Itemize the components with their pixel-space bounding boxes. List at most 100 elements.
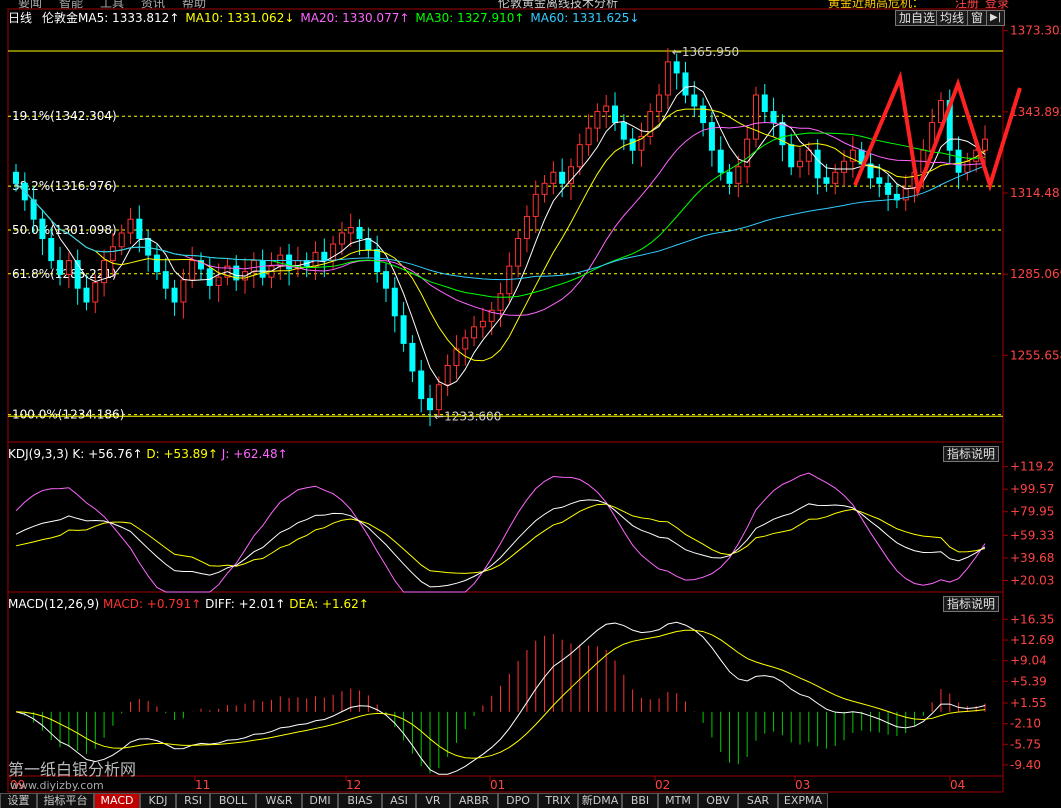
kdj-help-button[interactable]: 指标说明	[943, 446, 1000, 462]
ma-line-60	[15, 165, 986, 281]
candle-body	[691, 94, 698, 107]
tab-w-r[interactable]: W&R	[256, 793, 302, 808]
macd-legend: MACD(12,26,9) MACD: +0.791↑ DIFF: +2.01↑…	[8, 597, 369, 611]
tab-bbi[interactable]: BBI	[622, 793, 658, 808]
candle-body	[629, 138, 636, 151]
candle-body	[576, 144, 583, 168]
candle-body	[726, 171, 733, 184]
candle-body	[532, 193, 539, 217]
tab-obv[interactable]: OBV	[698, 793, 738, 808]
candle-body	[356, 226, 363, 240]
tab-vr[interactable]: VR	[416, 793, 450, 808]
kdj-axis-label: +39.68	[1010, 551, 1054, 565]
candle-body	[92, 282, 99, 303]
tab-dmi[interactable]: DMI	[302, 793, 338, 808]
candle-body	[347, 226, 354, 234]
candle-body	[656, 94, 663, 113]
candle-body	[594, 111, 601, 129]
macd-axis-label: -9.40	[1010, 758, 1041, 772]
candle-body	[171, 287, 178, 303]
tab-expma[interactable]: EXPMA	[778, 793, 828, 808]
watermark-text: 第一纸白银分析网	[8, 760, 137, 779]
macd-help-button[interactable]: 指标说明	[943, 596, 1000, 612]
candle-body	[735, 166, 742, 184]
candle-body	[136, 218, 143, 240]
candle-body	[338, 232, 345, 245]
candle-body	[479, 320, 486, 328]
macd-axis-label: -2.10	[1010, 717, 1041, 731]
tab-arbr[interactable]: ARBR	[450, 793, 498, 808]
tab--dma[interactable]: 新DMA	[578, 793, 622, 808]
tab-rsi[interactable]: RSI	[176, 793, 210, 808]
macd-axis-label: +9.04	[1010, 654, 1047, 668]
candle-body	[523, 215, 530, 240]
candle-body	[13, 171, 19, 184]
candle-body	[462, 337, 469, 350]
tab-mtm[interactable]: MTM	[658, 793, 698, 808]
tab--[interactable]: 设置	[0, 793, 37, 808]
kdj-axis-label: +119.2	[1010, 460, 1054, 474]
add-watchlist-button[interactable]: 加自选	[895, 10, 940, 26]
kdj-axis-label: +79.95	[1010, 505, 1054, 519]
month-label: 12	[346, 778, 361, 792]
macd-axis-label: +16.35	[1010, 612, 1054, 626]
candle-body	[788, 144, 795, 168]
ma-settings-button[interactable]: 均线	[936, 10, 969, 26]
month-label: 11	[195, 778, 210, 792]
tab-bias[interactable]: BIAS	[338, 793, 382, 808]
tab-macd[interactable]: MACD	[94, 793, 140, 808]
tab-boll[interactable]: BOLL	[210, 793, 256, 808]
ma-legend-item: MA10: 1331.062↓	[185, 11, 295, 25]
candle-body	[541, 182, 548, 195]
candle-body	[259, 260, 266, 278]
macd-axis-label: +12.69	[1010, 633, 1054, 647]
ma-legend-item: MA30: 1327.910↑	[415, 11, 525, 25]
candle-body	[427, 398, 434, 411]
candle-body	[215, 276, 222, 286]
candle-body	[180, 279, 187, 303]
low-price-label: ←1233.600	[434, 409, 501, 423]
candle-body	[83, 287, 90, 303]
tab-asi[interactable]: ASI	[382, 793, 416, 808]
tab-kdj[interactable]: KDJ	[140, 793, 176, 808]
candle-body	[515, 238, 522, 267]
candle-body	[612, 105, 619, 124]
kdj-legend: KDJ(9,3,3) K: +56.76↑ D: +53.89↑ J: +62.…	[8, 447, 288, 461]
candle-body	[982, 138, 988, 151]
price-axis-label: 1314.481	[1010, 186, 1061, 200]
ma-line-5	[15, 85, 986, 387]
candle-body	[391, 287, 398, 317]
tab--[interactable]: 指标平台	[37, 793, 94, 808]
candle-body	[673, 61, 680, 74]
window-button[interactable]: 窗	[967, 10, 988, 26]
ma-legend: MA5: 1333.812↑ MA10: 1331.062↓ MA20: 1330.…	[78, 11, 645, 25]
ma-legend-item: MA20: 1330.077↑	[300, 11, 410, 25]
candle-body	[118, 232, 125, 248]
candle-body	[964, 160, 971, 173]
candle-body	[471, 326, 478, 339]
candle-body	[955, 149, 962, 173]
tab-dpo[interactable]: DPO	[498, 793, 538, 808]
kdj-axis-label: +20.03	[1010, 573, 1054, 587]
candle-body	[717, 149, 724, 173]
candle-body	[832, 171, 839, 184]
macd-axis-label: +5.39	[1010, 674, 1047, 688]
tab-trix[interactable]: TRIX	[538, 793, 578, 808]
month-label: 01	[490, 778, 505, 792]
period-label[interactable]: 日线	[8, 11, 32, 25]
symbol-label: 伦敦金	[42, 11, 79, 25]
candle-body	[567, 166, 574, 184]
candle-body	[382, 271, 389, 289]
candle-body	[823, 177, 830, 184]
candle-body	[189, 260, 196, 281]
candle-body	[797, 160, 804, 168]
candle-body	[206, 268, 213, 286]
month-label: 03	[795, 778, 810, 792]
tab-sar[interactable]: SAR	[738, 793, 778, 808]
candle-body	[550, 171, 557, 184]
candle-body	[682, 72, 689, 96]
candle-body	[109, 246, 116, 262]
chart-frame	[7, 8, 1004, 793]
candle-body	[39, 218, 46, 240]
collapse-icon[interactable]: ▶|	[986, 10, 1006, 26]
